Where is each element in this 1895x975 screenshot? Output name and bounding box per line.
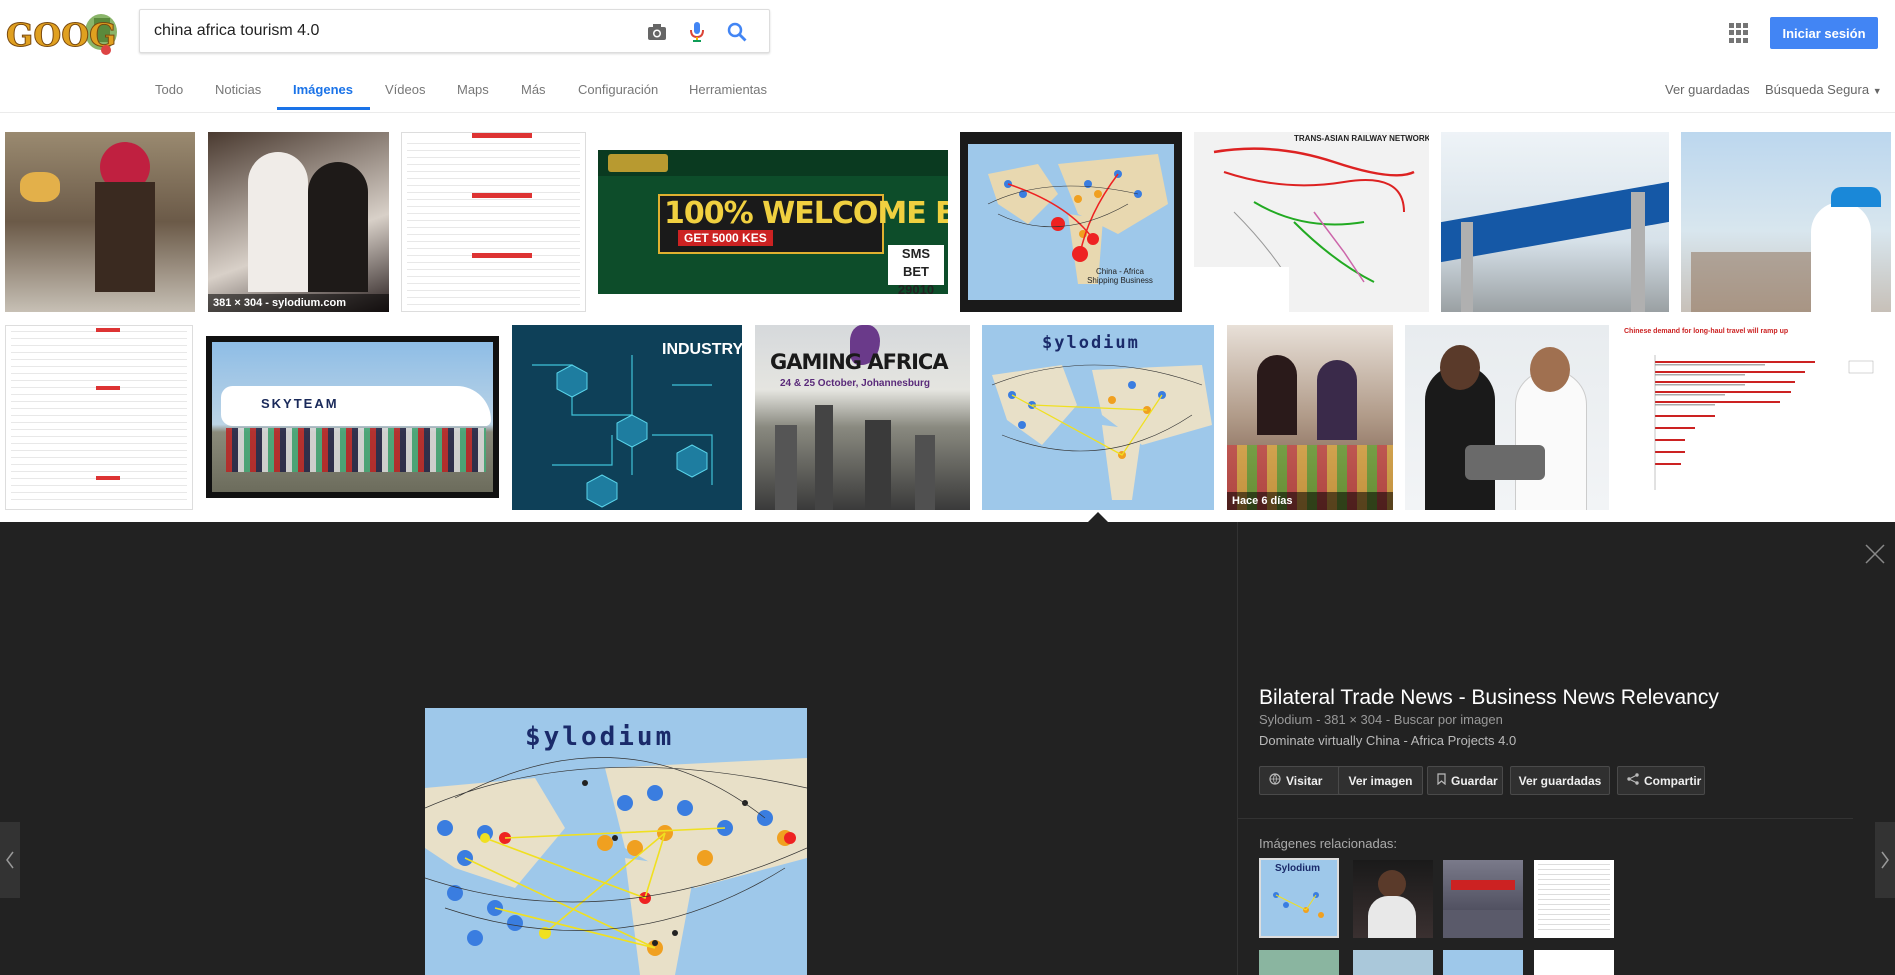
save-label: Guardar — [1451, 773, 1498, 788]
related-image[interactable] — [1534, 950, 1614, 975]
image-result[interactable]: $ylodium — [982, 325, 1214, 510]
related-divider — [1238, 818, 1853, 819]
tab-settings[interactable]: Configuración — [578, 82, 658, 97]
image-result[interactable]: Hace 6 días — [1227, 325, 1393, 510]
tab-images[interactable]: Imágenes — [293, 82, 353, 97]
bookmark-icon — [1437, 773, 1446, 788]
tab-all[interactable]: Todo — [155, 82, 183, 97]
search-icon[interactable] — [725, 20, 749, 44]
image-result[interactable]: Chinese demand for long-haul travel will… — [1621, 325, 1891, 510]
microphone-icon[interactable] — [685, 20, 709, 44]
image-result[interactable]: GAMING AFRICA 24 & 25 October, Johannesb… — [755, 325, 970, 510]
image-result[interactable] — [5, 325, 193, 510]
image-caption: 381 × 304 - sylodium.com — [208, 294, 389, 312]
view-image-button[interactable]: Ver imagen — [1338, 766, 1423, 795]
saved-button[interactable]: Ver guardadas — [1510, 766, 1610, 795]
active-tab-indicator — [277, 107, 370, 110]
nav-divider — [0, 112, 1895, 113]
camera-icon[interactable] — [645, 20, 669, 44]
search-input[interactable] — [154, 20, 634, 42]
promo-headline: 100% WELCOME BONUS — [664, 196, 948, 231]
promo-bet-label: SMS BET 29010 — [888, 245, 944, 294]
image-result[interactable]: 381 × 304 - sylodium.com — [208, 132, 389, 312]
related-images-label: Imágenes relacionadas: — [1259, 836, 1398, 851]
image-result[interactable]: China - Africa Shipping Business — [960, 132, 1182, 312]
image-result[interactable] — [1441, 132, 1669, 312]
save-button[interactable]: Guardar — [1427, 766, 1503, 795]
tab-news[interactable]: Noticias — [215, 82, 261, 97]
preview-image[interactable]: $ylodium — [425, 708, 807, 975]
next-arrow[interactable] — [1875, 822, 1895, 898]
tab-maps[interactable]: Maps — [457, 82, 489, 97]
related-image[interactable]: Sylodium — [1259, 858, 1339, 938]
result-meta: Sylodium - 381 × 304 - Buscar por imagen — [1259, 712, 1503, 727]
previous-arrow[interactable] — [0, 822, 20, 898]
tab-videos[interactable]: Vídeos — [385, 82, 425, 97]
gaming-africa-title: GAMING AFRICA — [770, 350, 949, 374]
map-label: China - Africa Shipping Business — [1087, 267, 1153, 285]
share-button[interactable]: Compartir — [1617, 766, 1705, 795]
visit-button[interactable]: Visitar — [1259, 766, 1344, 795]
apps-grid-icon[interactable] — [1729, 23, 1749, 43]
share-label: Compartir — [1644, 773, 1702, 788]
signin-button[interactable]: Iniciar sesión — [1770, 17, 1878, 49]
image-result[interactable] — [1405, 325, 1609, 510]
image-result[interactable] — [1681, 132, 1891, 312]
safesearch-label: Búsqueda Segura — [1765, 82, 1870, 97]
image-result[interactable]: 100% WELCOME BONUS GET 5000 KES SMS BET … — [598, 150, 948, 294]
saved-link[interactable]: Ver guardadas — [1665, 82, 1750, 97]
result-title[interactable]: Bilateral Trade News - Business News Rel… — [1259, 686, 1719, 710]
share-icon — [1627, 773, 1639, 788]
industry-label: INDUSTRY 4.0 — [662, 341, 742, 358]
google-doodle-logo[interactable]: GOOG — [6, 10, 118, 58]
safesearch-dropdown[interactable]: Búsqueda Segura ▼ — [1765, 82, 1882, 97]
panel-divider — [1237, 522, 1238, 975]
image-result[interactable] — [401, 132, 586, 312]
search-box[interactable] — [139, 9, 770, 53]
image-result[interactable]: INDUSTRY 4.0 — [512, 325, 742, 510]
image-result[interactable]: TRANS-ASIAN RAILWAY NETWORK — [1194, 132, 1429, 312]
related-image[interactable] — [1259, 950, 1339, 975]
image-caption: Hace 6 días — [1227, 492, 1393, 510]
related-image[interactable] — [1443, 860, 1523, 938]
tab-tools[interactable]: Herramientas — [689, 82, 767, 97]
skyteam-label: SKYTEAM — [261, 396, 339, 411]
dropdown-arrow-icon: ▼ — [1872, 86, 1882, 96]
promo-sub: GET 5000 KES — [678, 230, 773, 246]
related-image[interactable] — [1534, 860, 1614, 938]
globe-icon — [1269, 773, 1281, 788]
close-icon[interactable] — [1864, 543, 1886, 565]
visit-label: Visitar — [1286, 773, 1323, 788]
panel-pointer — [1088, 512, 1108, 522]
gaming-africa-date: 24 & 25 October, Johannesburg — [780, 378, 931, 389]
result-description: Dominate virtually China - Africa Projec… — [1259, 733, 1517, 748]
tab-more[interactable]: Más — [521, 82, 546, 97]
image-result[interactable]: SKYTEAM — [206, 336, 499, 498]
related-image[interactable] — [1353, 950, 1433, 975]
related-image[interactable] — [1353, 860, 1433, 938]
svg-text:GOOG: GOOG — [6, 16, 116, 54]
image-result[interactable] — [5, 132, 195, 312]
related-image[interactable] — [1443, 950, 1523, 975]
